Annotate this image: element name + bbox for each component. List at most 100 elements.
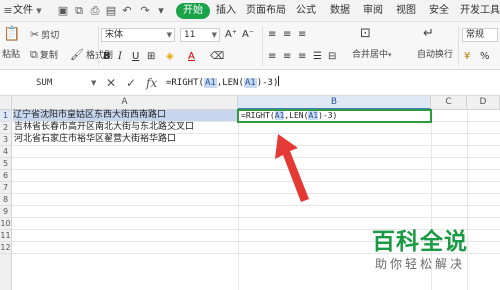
row-header-12[interactable]: 12 — [0, 242, 12, 254]
formula-input[interactable]: =RIGHT(A1,LEN(A1)-3) — [166, 76, 280, 90]
font-size-select[interactable]: 11 ▼ — [180, 28, 220, 42]
align-top-icon[interactable]: ≡ — [268, 29, 276, 41]
row-header-1[interactable]: 1 — [0, 110, 12, 122]
clear-format-icon[interactable]: ⌫ — [210, 51, 224, 63]
wrap-text-icon[interactable]: ↵ — [423, 27, 434, 40]
justify-icon[interactable]: ☰ — [313, 51, 322, 63]
column-header-b[interactable]: B — [238, 96, 431, 110]
gridline — [12, 181, 500, 182]
gridline — [12, 145, 500, 146]
merge-center-label: 合并居中 — [352, 50, 389, 60]
number-format-select[interactable]: 常规 — [462, 28, 498, 42]
save-icon[interactable]: ▣ — [57, 5, 69, 17]
b1-formula-mid: ,LEN( — [284, 111, 309, 120]
undo-icon[interactable]: ↶ — [121, 5, 133, 17]
b1-formula-ref: A1 — [274, 111, 285, 120]
confirm-icon[interactable]: ✓ — [126, 76, 136, 90]
bold-icon[interactable]: B — [103, 51, 111, 63]
align-right-icon[interactable]: ≡ — [298, 51, 306, 63]
tab-data[interactable]: 数据 — [330, 4, 350, 18]
cell-a1[interactable]: 辽宁省沈阳市皇姑区东西大街西南路口 — [13, 110, 238, 121]
watermark-title: 百科全说 — [372, 229, 468, 255]
fill-color-icon[interactable]: ◈ — [166, 51, 174, 63]
row-header-2[interactable]: 2 — [0, 122, 12, 134]
file-menu[interactable]: 文件 ▼ — [13, 4, 42, 18]
cell-a2[interactable]: 吉林省长春市高开区南北大街与东北路交叉口 — [14, 122, 194, 133]
formula-prefix: =RIGHT( — [166, 78, 204, 88]
tab-page-layout[interactable]: 页面布局 — [246, 4, 286, 18]
gridline — [12, 205, 500, 206]
chevron-down-icon: ▼ — [36, 7, 42, 15]
tab-formulas[interactable]: 公式 — [296, 4, 316, 18]
formula-ref: A1 — [243, 78, 257, 88]
b1-formula-prefix: =RIGHT( — [241, 111, 275, 120]
tab-start[interactable]: 开始 — [176, 3, 210, 19]
row-header-10[interactable]: 10 — [0, 218, 12, 230]
preview-icon[interactable]: ▤ — [105, 5, 117, 17]
copy-icon: ⧉ — [30, 48, 38, 61]
print-icon[interactable]: ⎙ — [89, 5, 101, 17]
file-menu-label: 文件 — [13, 5, 33, 16]
align-bottom-icon[interactable]: ≡ — [298, 29, 306, 41]
align-left-icon[interactable]: ≡ — [268, 51, 276, 63]
watermark-subtitle: 助你轻松解决 — [374, 257, 465, 271]
copy-button[interactable]: ⧉ 复制 — [30, 49, 58, 62]
font-name-select[interactable]: 宋体 ▼ — [101, 28, 175, 42]
column-header-c[interactable]: C — [431, 96, 467, 110]
italic-icon[interactable]: I — [118, 51, 122, 63]
merge-center-icon[interactable]: ⊡ — [360, 27, 371, 40]
row-header-4[interactable]: 4 — [0, 146, 12, 158]
chevron-down-icon: ▼ — [211, 31, 217, 39]
scissors-icon: ✂ — [30, 28, 40, 41]
b1-formula-suffix: )-3) — [318, 111, 338, 120]
tab-security[interactable]: 安全 — [429, 4, 449, 18]
export-icon[interactable]: ⧉ — [73, 5, 85, 17]
border-icon[interactable]: ⊞ — [147, 51, 155, 63]
row-header-8[interactable]: 8 — [0, 194, 12, 206]
merge-center-button[interactable]: 合并居中▾ — [352, 49, 392, 61]
increase-font-icon[interactable]: A⁺ — [225, 29, 237, 41]
tab-developer[interactable]: 开发工具 — [460, 4, 500, 18]
chevron-down-icon: ▼ — [166, 31, 172, 39]
align-middle-icon[interactable]: ≡ — [283, 29, 291, 41]
row-header-9[interactable]: 9 — [0, 206, 12, 218]
font-color-icon[interactable]: A — [188, 51, 195, 63]
name-box-value: SUM — [36, 78, 53, 88]
row-header-6[interactable]: 6 — [0, 170, 12, 182]
align-center-icon[interactable]: ≡ — [283, 51, 291, 63]
gridline — [12, 193, 500, 194]
redo-icon[interactable]: ↷ — [139, 5, 151, 17]
tab-review[interactable]: 审阅 — [363, 4, 383, 18]
percent-icon[interactable]: % — [480, 51, 490, 63]
number-format-value: 常规 — [466, 30, 485, 40]
tab-insert[interactable]: 插入 — [216, 4, 236, 18]
row-header-5[interactable]: 5 — [0, 158, 12, 170]
font-size-value: 11 — [184, 30, 196, 40]
paste-button[interactable]: 粘贴 — [2, 49, 20, 61]
row-header-filler — [0, 254, 12, 290]
formula-bar: SUM ▼ ✕ ✓ fx =RIGHT(A1,LEN(A1)-3) — [0, 70, 500, 96]
paste-icon[interactable]: 📋 — [3, 27, 20, 41]
more-icon[interactable]: ▾ — [155, 5, 167, 17]
wrap-text-button[interactable]: 自动换行 — [417, 49, 453, 61]
watermark: 百科全说 助你轻松解决 — [372, 228, 468, 272]
column-header-d[interactable]: D — [467, 96, 500, 110]
copy-label: 复制 — [39, 51, 58, 61]
underline-icon[interactable]: U — [132, 51, 139, 63]
row-header-3[interactable]: 3 — [0, 134, 12, 146]
decrease-font-icon[interactable]: A⁻ — [242, 29, 254, 41]
chevron-down-icon[interactable]: ▼ — [91, 79, 96, 87]
row-header-7[interactable]: 7 — [0, 182, 12, 194]
tab-view[interactable]: 视图 — [396, 4, 416, 18]
distributed-icon[interactable]: ⊟ — [328, 51, 336, 63]
cell-b1-active[interactable]: =RIGHT(A1,LEN(A1)-3) — [237, 109, 432, 123]
cancel-icon[interactable]: ✕ — [106, 76, 116, 90]
insert-function-icon[interactable]: fx — [146, 76, 157, 90]
cell-a3[interactable]: 河北省石家庄市裕华区翟营大街裕华路口 — [14, 134, 176, 145]
column-header-a[interactable]: A — [12, 96, 238, 110]
cut-button[interactable]: ✂ 剪切 — [30, 29, 59, 42]
name-box[interactable]: SUM — [2, 74, 98, 92]
row-header-11[interactable]: 11 — [0, 230, 12, 242]
select-all-corner[interactable] — [0, 96, 12, 110]
currency-icon[interactable]: ¥ — [464, 51, 470, 63]
